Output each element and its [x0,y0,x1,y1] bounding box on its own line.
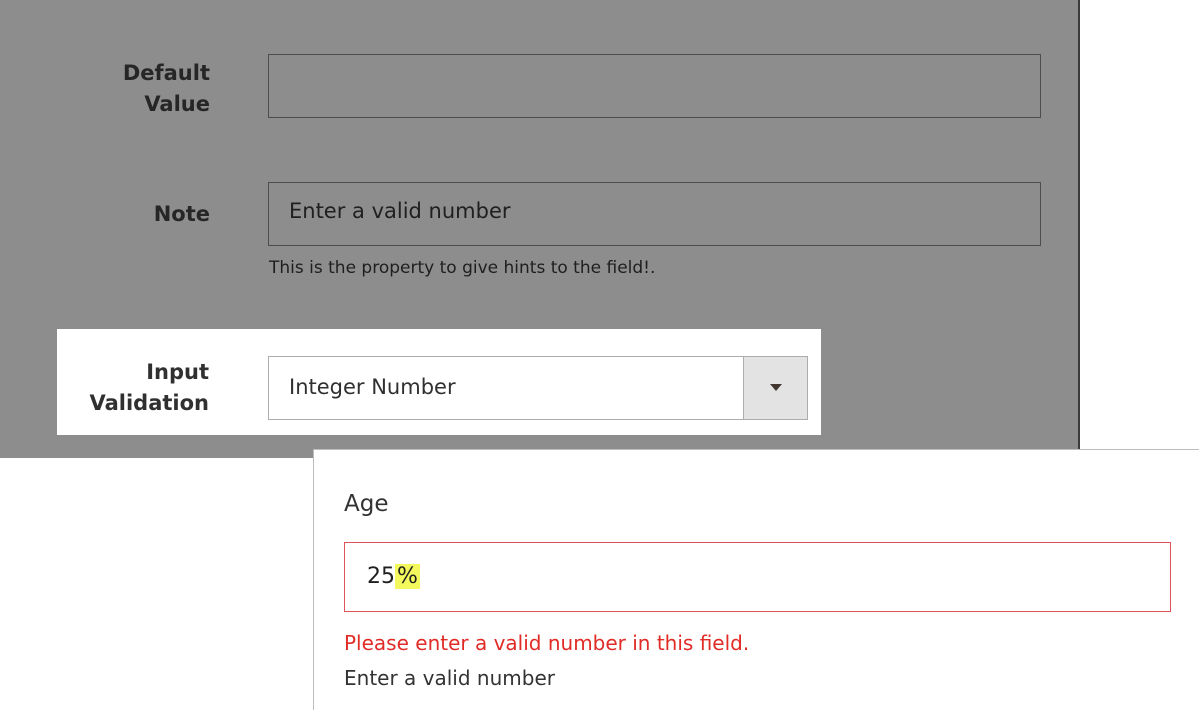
note-hint: This is the property to give hints to th… [269,258,656,278]
admin-form-panel: Default Value Note Enter a valid number … [0,0,1080,458]
default-value-label-line2: Value [144,92,210,116]
validation-error-message: Please enter a valid number in this fiel… [344,631,750,655]
default-value-label: Default Value [50,58,210,120]
note-input[interactable]: Enter a valid number [268,182,1041,246]
note-input-value: Enter a valid number [289,199,511,223]
caret-down-icon [770,384,782,391]
input-validation-dropdown-button[interactable] [743,357,807,419]
note-label: Note [153,202,210,226]
default-value-label-line1: Default [122,61,210,85]
age-value-digits: 25 [367,564,395,589]
age-input-value: 25% [367,564,420,589]
age-input[interactable]: 25% [344,542,1171,612]
input-validation-selected-value: Integer Number [289,375,456,399]
input-validation-select[interactable]: Integer Number [268,356,808,420]
default-value-input[interactable] [268,54,1041,118]
input-validation-label-line1: Input [146,360,209,384]
age-field-note: Enter a valid number [344,666,555,690]
input-validation-row: Input Validation Integer Number [57,329,821,435]
age-value-highlighted-char: % [395,564,420,589]
input-validation-label: Input Validation [77,357,210,419]
input-validation-label-line2: Validation [89,391,210,415]
age-field-label: Age [344,491,389,517]
storefront-preview: Age 25% Please enter a valid number in t… [313,449,1199,710]
